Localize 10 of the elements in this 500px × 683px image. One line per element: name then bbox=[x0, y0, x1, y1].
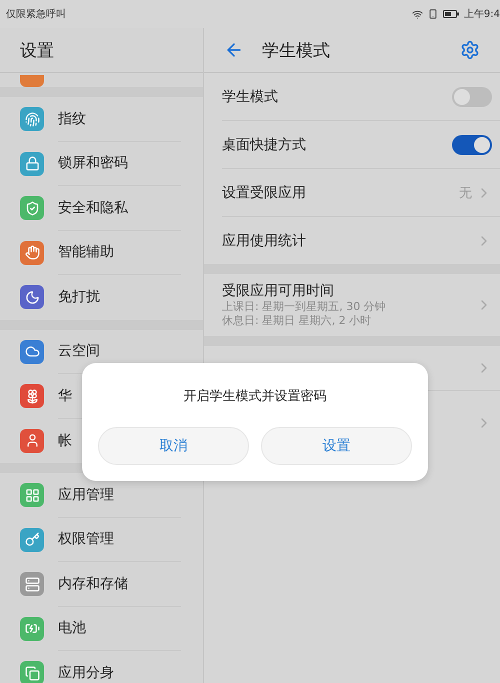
row-label: 桌面快捷方式 bbox=[222, 136, 307, 154]
sidebar-title: 设置 bbox=[20, 40, 55, 62]
row-label: 学生模式 bbox=[222, 88, 279, 106]
row-subtitle: 休息日: 星期日 星期六, 2 小时 bbox=[222, 314, 372, 328]
status-time: 上午9:4 bbox=[464, 8, 500, 21]
row-subtitle: 上课日: 星期一到星期五, 30 分钟 bbox=[222, 300, 387, 314]
row-value: 无 bbox=[459, 184, 472, 202]
page-title: 学生模式 bbox=[262, 40, 331, 62]
dialog-message: 开启学生模式并设置密码 bbox=[184, 388, 326, 405]
status-text: 仅限紧急呼叫 bbox=[6, 8, 66, 21]
